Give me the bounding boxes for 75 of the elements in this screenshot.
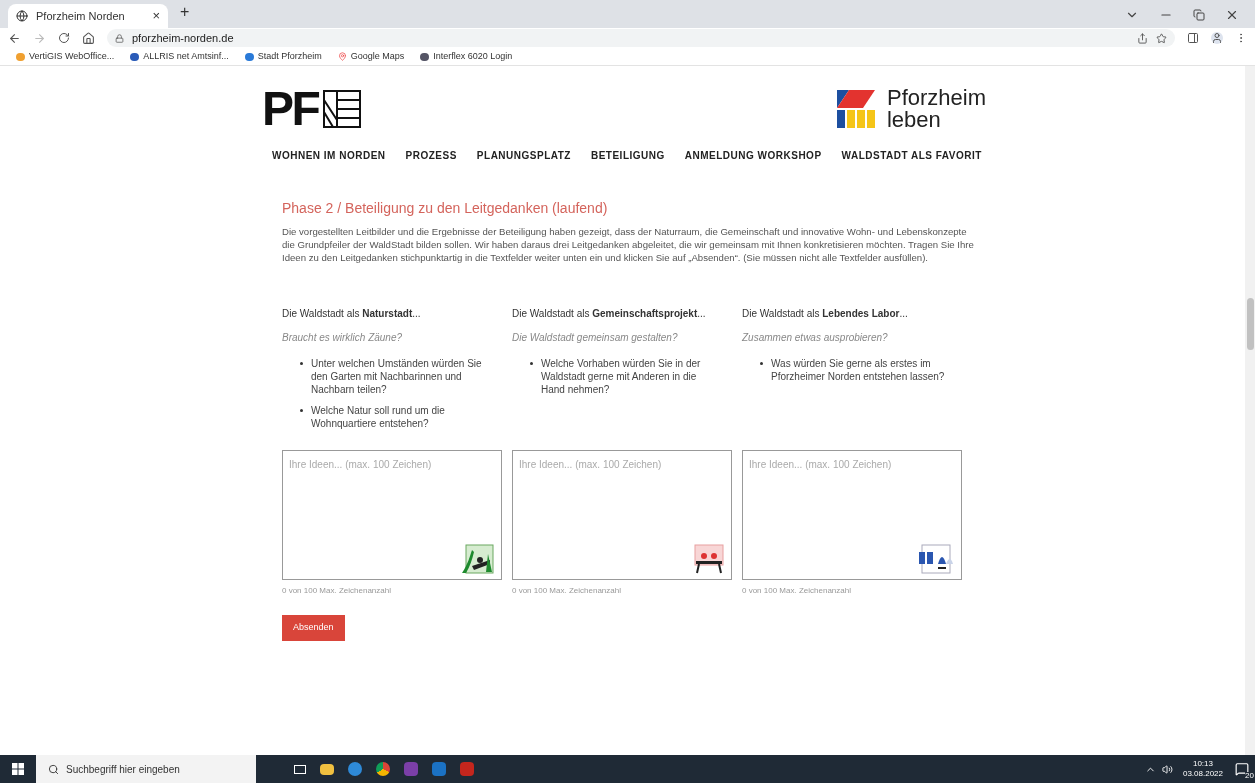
nav-link[interactable]: PLANUNGSPLATZ xyxy=(476,148,571,163)
grid-logo-icon xyxy=(322,89,361,128)
character-counter: 0 von 100 Max. Zeichenanzahl xyxy=(512,585,622,597)
windows-start-icon[interactable] xyxy=(12,763,24,775)
character-counter: 0 von 100 Max. Zeichenanzahl xyxy=(282,585,392,597)
table-icon xyxy=(694,544,724,574)
idea-textarea[interactable]: Ihre Ideen... (max. 100 Zeichen) xyxy=(742,450,962,580)
idea-textarea[interactable]: Ihre Ideen... (max. 100 Zeichen) xyxy=(282,450,502,580)
intro-paragraph: Die vorgestellten Leitbilder und die Ergebnisse der Beteiligung haben gezeigt, dass der Naturraum, die Gemeinschaft und innovative Wohn- und Lebenskonzepte die Grundpfeiler der WaldStadt bilden sollen. Wir haben daraus drei Leitgedanken abgeleitet, die wir gemeinsam mit Ihnen konkretisieren möchten. Tragen Sie Ihre Ideen zu den Leitgedanken stichpunktartig in die Textfelder weiter unten ein und klicken Sie auf „Absenden“. (Sie müssen nicht alle Textfelder ausfüllen). xyxy=(282,225,975,264)
task-view-icon[interactable] xyxy=(294,764,306,774)
question-text: Was würden Sie gerne als erstes im Pforzheimer Norden entstehen lassen? xyxy=(771,357,946,383)
clock-date: 03.08.2022 xyxy=(1182,769,1223,779)
bookmark-link[interactable]: Interflex 6020 Login xyxy=(420,49,513,64)
favicon-icon xyxy=(244,52,254,61)
bookmark-link[interactable]: ALLRIS net Amtsinf... xyxy=(130,49,229,64)
taskbar-search-field[interactable]: Suchbegriff hier eingeben xyxy=(36,755,256,783)
close-tab-button[interactable]: × xyxy=(152,6,160,26)
globe-icon xyxy=(16,10,28,22)
file-explorer-icon[interactable] xyxy=(320,763,334,775)
clock-time: 10:13 xyxy=(1192,759,1213,769)
speaker-icon[interactable] xyxy=(1161,763,1173,775)
share-icon[interactable] xyxy=(1137,32,1148,44)
browser-icon[interactable] xyxy=(376,762,390,776)
restore-icon[interactable] xyxy=(1193,9,1205,21)
bullet-icon xyxy=(300,409,303,412)
column-subtitle: Braucht es wirklich Zäune? xyxy=(282,331,404,345)
address-bar[interactable]: pforzheim-norden.de xyxy=(107,29,1175,47)
nav-link[interactable]: BETEILIGUNG xyxy=(590,148,665,163)
tab-title: Pforzheim Norden xyxy=(36,8,126,24)
browser-tab[interactable]: Pforzheim Norden × xyxy=(8,4,168,28)
section-title: Phase 2 / Beteiligung zu den Leitgedanken (laufend) xyxy=(282,199,609,218)
lab-icon xyxy=(918,544,954,574)
column-heading: Die Waldstadt als Lebendes Labor... xyxy=(742,307,909,321)
question-text: Unter welchen Umständen würden Sie den Garten mit Nachbarinnen und Nachbarn teilen? xyxy=(311,357,483,396)
partner-logo-text: leben xyxy=(886,108,942,131)
site-logo-text[interactable]: PF xyxy=(262,84,319,133)
idea-textarea[interactable]: Ihre Ideen... (max. 100 Zeichen) xyxy=(512,450,732,580)
profile-icon[interactable] xyxy=(1211,32,1223,44)
column-subtitle: Zusammen etwas ausprobieren? xyxy=(742,331,889,345)
close-icon[interactable] xyxy=(1225,8,1239,22)
bookmark-link[interactable]: VertiGIS WebOffice... xyxy=(16,49,115,64)
favicon-icon xyxy=(420,52,430,61)
nav-link[interactable]: WOHNEN IM NORDEN xyxy=(272,148,386,163)
bookmark-star-icon[interactable] xyxy=(1156,32,1167,44)
search-icon xyxy=(48,764,59,775)
favicon-icon xyxy=(16,52,25,61)
new-tab-button[interactable]: + xyxy=(180,0,190,24)
bullet-icon xyxy=(760,362,763,365)
bullet-icon xyxy=(300,362,303,365)
partner-logo-text: Pforzheim xyxy=(886,86,986,109)
nav-link[interactable]: WALDSTADT ALS FAVORIT xyxy=(841,148,982,163)
side-panel-icon[interactable] xyxy=(1187,32,1199,44)
map-pin-icon xyxy=(337,52,347,61)
reload-icon[interactable] xyxy=(58,32,70,44)
notification-count: 20 xyxy=(1245,772,1254,780)
question-text: Welche Vorhaben würden Sie in der Waldstadt gerne mit Anderen in die Hand nehmen? xyxy=(541,357,702,396)
favicon-icon xyxy=(130,52,140,61)
partner-logo-icon xyxy=(836,89,875,128)
bullet-icon xyxy=(530,362,533,365)
column-heading: Die Waldstadt als Gemeinschaftsprojekt... xyxy=(512,307,707,321)
home-icon[interactable] xyxy=(82,31,95,45)
nav-link[interactable]: ANMELDUNG WORKSHOP xyxy=(684,148,822,163)
url-text: pforzheim-norden.de xyxy=(132,30,234,46)
character-counter: 0 von 100 Max. Zeichenanzahl xyxy=(742,585,852,597)
column-subtitle: Die Waldstadt gemeinsam gestalten? xyxy=(512,331,679,345)
bookmark-link[interactable]: Google Maps xyxy=(337,49,405,64)
question-text: Welche Natur soll rund um die Wohnquartiere entstehen? xyxy=(311,404,446,430)
bookmark-link[interactable]: Stadt Pforzheim xyxy=(244,49,322,64)
submit-button[interactable]: Absenden xyxy=(282,615,345,641)
scrollbar[interactable] xyxy=(1245,66,1255,755)
lock-icon xyxy=(115,33,124,43)
back-icon[interactable] xyxy=(8,31,21,45)
nature-icon xyxy=(460,544,494,574)
column-heading: Die Waldstadt als Naturstadt... xyxy=(282,307,422,321)
nav-link[interactable]: PROZESS xyxy=(405,148,457,163)
